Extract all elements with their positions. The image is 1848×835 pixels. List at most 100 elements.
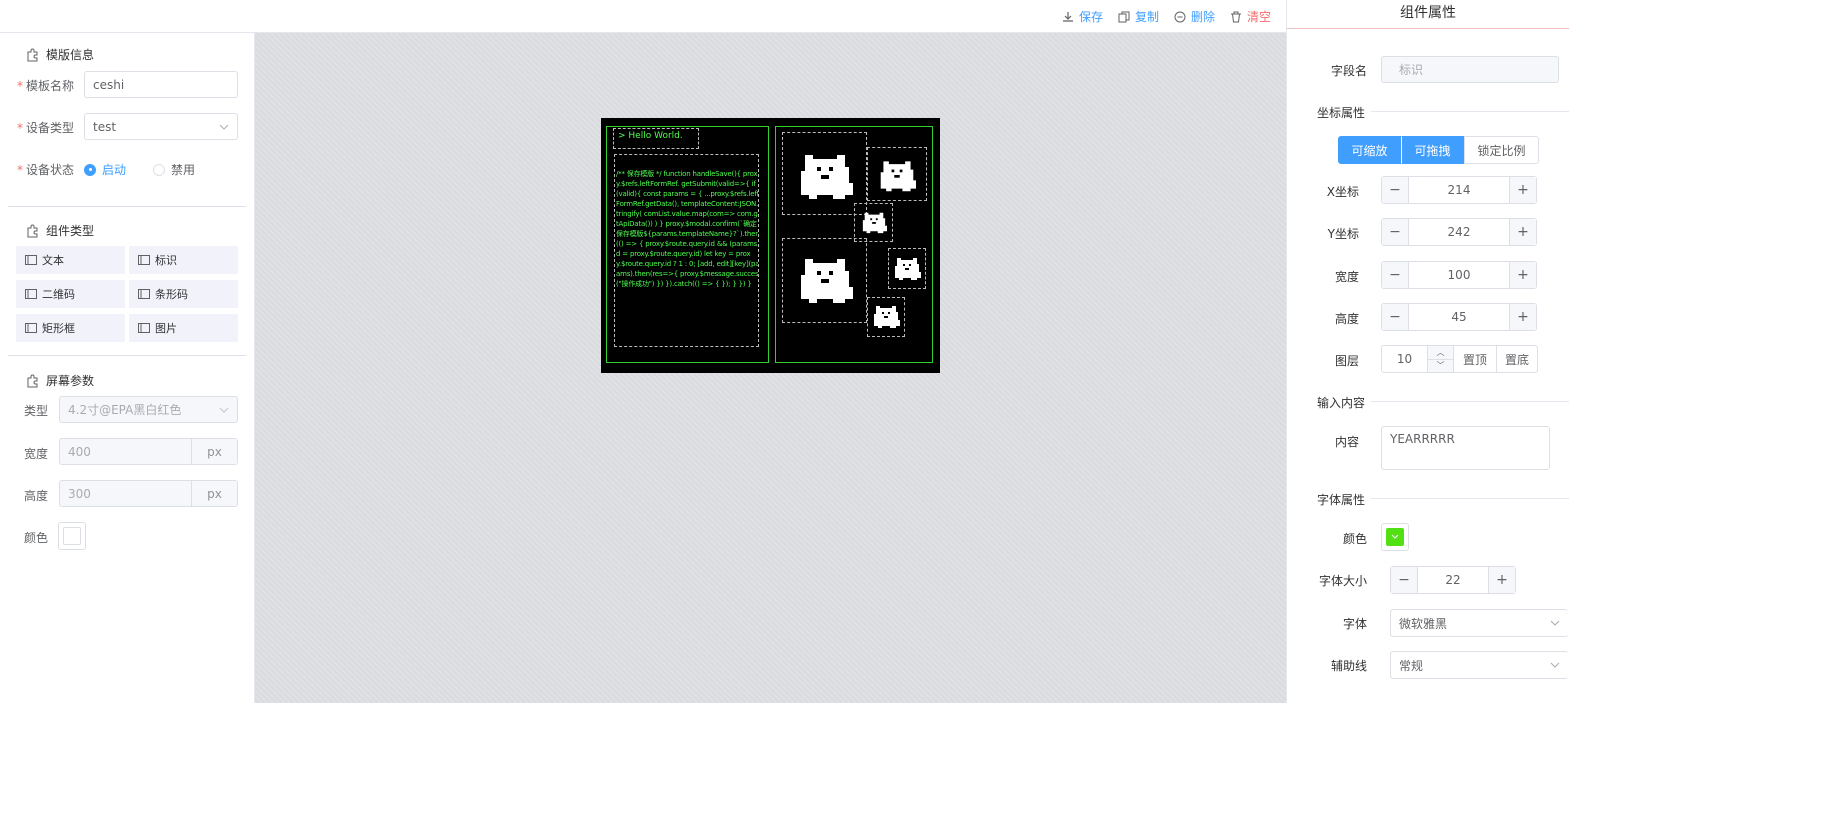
plus-icon[interactable]: + [1510,262,1536,288]
image-element[interactable] [867,297,905,337]
status-enabled-label: 启动 [102,163,127,177]
minus-icon[interactable]: − [1382,177,1408,203]
font-family-select[interactable]: 微软雅黑 [1390,609,1568,637]
font-size-value[interactable]: 22 [1417,567,1489,593]
color-swatch [1386,528,1404,546]
template-section-title: 模版信息 [26,46,94,63]
plus-icon[interactable]: + [1510,177,1536,203]
status-enabled-radio[interactable]: 启动 [84,161,126,178]
unit-suffix: px [191,481,237,506]
scalable-toggle[interactable]: 可缩放 [1338,136,1401,164]
component-label: 图片 [155,322,177,335]
width-value[interactable]: 100 [1408,262,1510,288]
screen-width-input[interactable]: 400 px [59,438,238,465]
plus-icon[interactable]: + [1510,304,1536,330]
width-stepper[interactable]: − 100 + [1381,261,1537,289]
screen-width-label: 宽度 [23,447,48,461]
minus-icon[interactable]: − [1382,304,1408,330]
x-stepper[interactable]: − 214 + [1381,176,1537,204]
font-section-title: 字体属性 [1317,493,1366,507]
device-type-label: * 设备类型 [16,121,74,135]
transform-button-group: 可缩放 可拖拽 锁定比例 [1338,136,1539,164]
lock-ratio-toggle[interactable]: 锁定比例 [1464,136,1539,164]
minus-icon[interactable]: − [1382,262,1408,288]
field-name-input[interactable]: 标识 [1381,56,1559,83]
plus-icon[interactable]: + [1489,567,1515,593]
component-barcode[interactable]: 条形码 [129,280,238,308]
template-name-label: * 模板名称 [16,79,74,93]
component-icon [138,255,150,265]
save-button[interactable]: 保存 [1062,8,1103,25]
layer-spinner: ︿ ﹀ [1427,346,1453,372]
component-qrcode[interactable]: 二维码 [16,280,125,308]
layer-value[interactable]: 10 [1382,346,1427,372]
image-element[interactable] [854,203,893,242]
screen-section-label: 屏幕参数 [46,374,95,388]
send-to-bottom-button[interactable]: 置底 [1496,346,1537,372]
height-value[interactable]: 45 [1408,304,1510,330]
y-value[interactable]: 242 [1408,219,1510,245]
copy-button[interactable]: 复制 [1118,8,1159,25]
y-stepper[interactable]: − 242 + [1381,218,1537,246]
dog-image [862,212,887,234]
remove-circle-icon [1174,11,1186,22]
screen-height-input[interactable]: 300 px [59,480,238,507]
coord-section-title: 坐标属性 [1317,106,1366,120]
top-toolbar: 保存 复制 删除 清空 [0,0,1286,33]
component-icon [25,255,37,265]
device-type-select[interactable]: test [84,113,238,140]
delete-label: 删除 [1191,10,1216,24]
dog-image [880,161,916,192]
font-family-value: 微软雅黑 [1399,616,1448,631]
x-value[interactable]: 214 [1408,177,1510,203]
content-section-title: 输入内容 [1317,396,1366,410]
delete-button[interactable]: 删除 [1174,8,1215,25]
component-rectangle[interactable]: 矩形框 [16,314,125,342]
image-element[interactable] [888,248,926,289]
minus-icon[interactable]: − [1382,219,1408,245]
screen-type-select[interactable]: 4.2寸@EPA黑白红色 [59,396,238,423]
guide-line-select[interactable]: 常规 [1390,651,1568,679]
plus-icon[interactable]: + [1510,219,1536,245]
layer-control: 10 ︿ ﹀ 置顶 置底 [1381,345,1538,373]
component-image[interactable]: 图片 [129,314,238,342]
download-icon [1063,11,1073,22]
image-element[interactable] [782,238,867,323]
component-text[interactable]: 文本 [16,246,125,274]
copy-icon [1118,11,1130,22]
content-textarea[interactable]: YEARRRRR [1381,426,1550,470]
minus-icon[interactable]: − [1391,567,1417,593]
y-label: Y坐标 [1327,227,1359,241]
code-text-element[interactable]: /** 保存模版 */ function handleSave(){ proxy… [614,154,759,347]
screen-width-value: 400 [68,444,91,459]
screen-color-picker[interactable] [58,522,86,550]
status-disabled-radio[interactable]: 禁用 [153,161,195,178]
left-frame-rectangle[interactable]: > Hello World. /** 保存模版 */ function hand… [606,126,769,363]
right-frame-rectangle[interactable] [775,126,933,363]
screen-height-value: 300 [68,486,91,501]
radio-unchecked-icon [153,163,165,176]
clear-button[interactable]: 清空 [1230,8,1271,25]
draggable-toggle[interactable]: 可拖拽 [1401,136,1464,164]
layer-label: 图层 [1334,354,1359,368]
component-icon [25,323,37,333]
chevron-up-icon[interactable]: ︿ [1428,346,1453,360]
save-label: 保存 [1079,10,1104,24]
unit-suffix: px [191,439,237,464]
component-label-tag[interactable]: 标识 [129,246,238,274]
hello-text-element[interactable]: > Hello World. [613,128,699,149]
image-element[interactable] [867,147,927,201]
template-name-input[interactable]: ceshi [84,71,238,98]
left-panel: 模版信息 * 模板名称 ceshi * 设备类型 test * 设备状态 启动 禁用 … [0,33,255,703]
divider [8,355,246,356]
font-size-stepper[interactable]: − 22 + [1390,566,1516,594]
chevron-down-icon[interactable]: ﹀ [1428,360,1453,373]
bring-to-top-button[interactable]: 置顶 [1453,346,1496,372]
chevron-down-icon [1550,620,1560,626]
properties-title: 组件属性 [1287,0,1569,29]
dog-image [895,258,921,280]
font-color-picker[interactable] [1381,523,1409,551]
font-family-label: 字体 [1342,617,1367,631]
design-canvas: > Hello World. /** 保存模版 */ function hand… [255,33,1286,703]
height-stepper[interactable]: − 45 + [1381,303,1537,331]
